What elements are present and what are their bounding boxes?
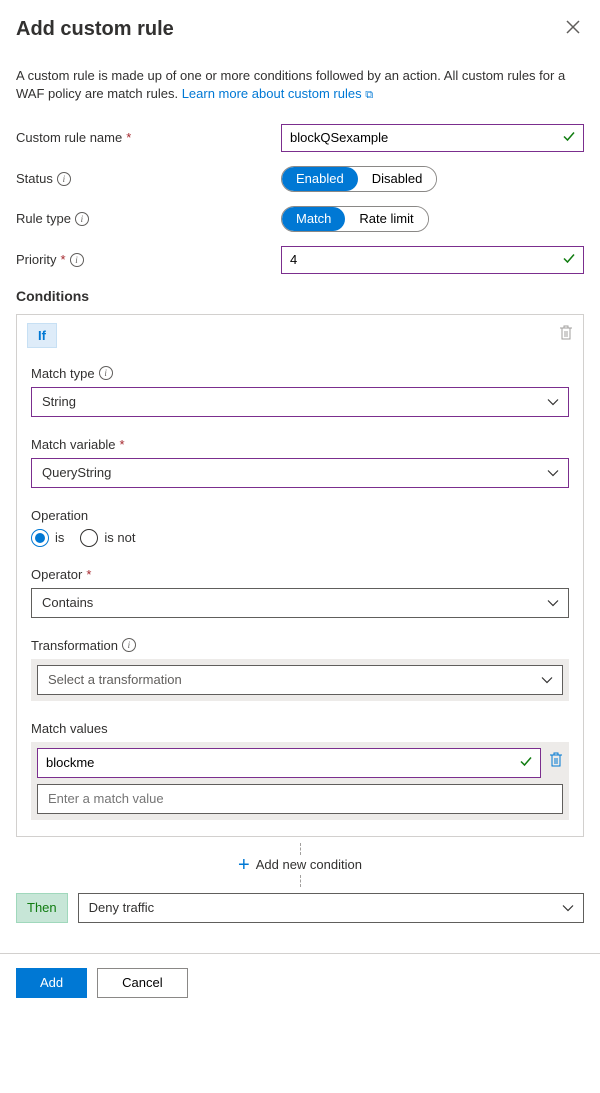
custom-rule-name-input[interactable] (281, 124, 584, 152)
rule-type-rate-button[interactable]: Rate limit (345, 207, 427, 231)
match-value-new-input[interactable] (37, 784, 563, 814)
info-icon[interactable]: i (70, 253, 84, 267)
match-variable-label: Match variable * (31, 437, 569, 452)
operation-is-not-radio[interactable]: is not (80, 529, 135, 547)
trash-icon[interactable] (549, 752, 563, 773)
page-title: Add custom rule (16, 18, 174, 41)
conditions-heading: Conditions (16, 288, 584, 304)
info-icon[interactable]: i (75, 212, 89, 226)
close-icon[interactable] (562, 16, 584, 43)
match-type-select[interactable]: String (31, 387, 569, 417)
info-icon[interactable]: i (99, 366, 113, 380)
priority-input[interactable] (281, 246, 584, 274)
operation-is-radio[interactable]: is (31, 529, 64, 547)
condition-card: If Match type i String Match variable * (16, 314, 584, 837)
operation-label: Operation (31, 508, 569, 523)
status-toggle[interactable]: Enabled Disabled (281, 166, 437, 192)
operator-select[interactable]: Contains (31, 588, 569, 618)
description-text: A custom rule is made up of one or more … (16, 67, 584, 104)
if-tag: If (27, 323, 57, 348)
rule-type-match-button[interactable]: Match (282, 207, 345, 231)
external-link-icon: ⧉ (365, 89, 373, 101)
cancel-button[interactable]: Cancel (97, 968, 187, 998)
then-action-select[interactable]: Deny traffic (78, 893, 584, 923)
match-type-label: Match type i (31, 366, 569, 381)
status-enabled-button[interactable]: Enabled (282, 167, 358, 191)
plus-icon: + (238, 855, 250, 875)
add-condition-button[interactable]: + Add new condition (238, 855, 362, 875)
add-button[interactable]: Add (16, 968, 87, 998)
then-tag: Then (16, 893, 68, 923)
learn-more-link[interactable]: Learn more about custom rules ⧉ (182, 86, 373, 101)
transformation-label: Transformation i (31, 638, 569, 653)
match-value-input[interactable] (37, 748, 541, 778)
status-disabled-button[interactable]: Disabled (358, 167, 437, 191)
rule-type-toggle[interactable]: Match Rate limit (281, 206, 429, 232)
rule-type-label: Rule type i (16, 211, 281, 226)
match-variable-select[interactable]: QueryString (31, 458, 569, 488)
trash-icon[interactable] (559, 325, 573, 345)
priority-label: Priority * i (16, 252, 281, 267)
operator-label: Operator * (31, 567, 569, 582)
transformation-select[interactable]: Select a transformation (37, 665, 563, 695)
info-icon[interactable]: i (57, 172, 71, 186)
info-icon[interactable]: i (122, 638, 136, 652)
custom-rule-name-label: Custom rule name * (16, 130, 281, 145)
match-values-label: Match values (31, 721, 569, 736)
status-label: Status i (16, 171, 281, 186)
